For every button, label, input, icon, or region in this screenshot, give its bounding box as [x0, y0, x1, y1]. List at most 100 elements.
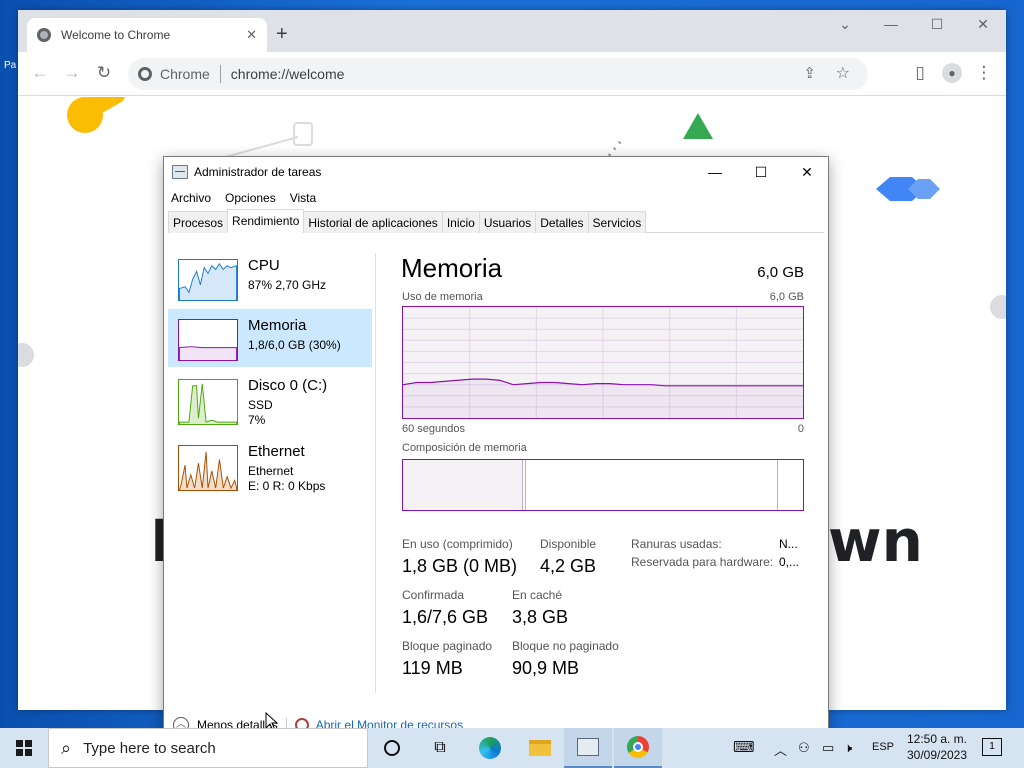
edge-taskbar-button[interactable]: [466, 728, 514, 768]
available-label: Disponible: [540, 537, 597, 551]
bookmark-star-icon[interactable]: ☆: [836, 63, 850, 83]
committed-label: Confirmada: [402, 588, 465, 602]
back-icon[interactable]: ←: [28, 63, 52, 83]
composition-modified: [525, 460, 526, 510]
committed-value: 1,6/7,6 GB: [402, 607, 489, 627]
tm-titlebar[interactable]: Administrador de tareas — ☐ ✕: [164, 157, 828, 187]
in-use-label: En uso (comprimido): [402, 537, 513, 551]
composition-standby-edge: [777, 460, 778, 510]
share-icon[interactable]: ⇪: [803, 64, 816, 82]
sidebar-disco-sub1: SSD: [248, 398, 273, 412]
tray-chevron-icon[interactable]: ︿: [774, 740, 787, 759]
memory-heading: Memoria: [401, 253, 503, 283]
menu-opciones[interactable]: Opciones: [218, 187, 283, 209]
search-placeholder: Type here to search: [83, 739, 216, 757]
sidebar-item-cpu[interactable]: CPU 87% 2,70 GHz: [168, 249, 372, 307]
tm-close-button[interactable]: ✕: [784, 161, 828, 183]
maximize-button[interactable]: ☐: [922, 16, 952, 33]
url-text[interactable]: chrome://welcome: [231, 66, 345, 82]
tab-search-icon[interactable]: ⌄: [830, 16, 860, 33]
usage-max-label: 6,0 GB: [769, 291, 804, 303]
sidebar-ethernet-sub2: E: 0 R: 0 Kbps: [248, 479, 326, 493]
taskbar-search[interactable]: ⌕ Type here to search: [48, 728, 368, 768]
time-left-label: 60 segundos: [402, 423, 465, 435]
perf-sidebar: CPU 87% 2,70 GHz Memoria 1,8/6,0 GB (30%…: [168, 243, 374, 693]
chrome-toolbar: ← → ↻ Chrome chrome://welcome ⇪ ☆ ▯ ● ⋮: [18, 52, 1006, 96]
cpu-mini-graph: [178, 259, 238, 301]
windows-logo-icon: [16, 740, 32, 756]
clock-date: 30/09/2023: [906, 748, 968, 762]
sidebar-item-memoria[interactable]: Memoria 1,8/6,0 GB (30%): [168, 309, 372, 367]
taskbar-clock[interactable]: 12:50 a. m. 30/09/2023: [902, 731, 972, 763]
tm-maximize-button[interactable]: ☐: [738, 161, 784, 183]
task-manager-window: Administrador de tareas — ☐ ✕ Archivo Op…: [163, 156, 829, 736]
tab-rendimiento[interactable]: Rendimiento: [227, 209, 305, 233]
file-explorer-taskbar-button[interactable]: [516, 728, 564, 768]
meet-icon[interactable]: ▭: [822, 740, 834, 756]
menu-kebab-icon[interactable]: ⋮: [972, 63, 996, 83]
nonpaged-pool-value: 90,9 MB: [512, 658, 580, 678]
welcome-heading-right: wn: [828, 507, 923, 575]
tm-minimize-button[interactable]: —: [692, 161, 738, 183]
in-use-value: 1,8 GB (0 MB): [402, 556, 518, 576]
tab-servicios[interactable]: Servicios: [587, 211, 647, 233]
slots-label: Ranuras usadas:: [631, 537, 722, 551]
nonpaged-pool-label: Bloque no paginado: [512, 639, 619, 653]
start-button[interactable]: [0, 728, 48, 768]
volume-muted-icon[interactable]: 🕨: [844, 740, 852, 756]
time-right-label: 0: [797, 423, 804, 435]
new-tab-button[interactable]: +: [276, 24, 288, 44]
language-indicator[interactable]: ESP: [872, 741, 894, 753]
keyboard-icon[interactable]: ⌨: [733, 738, 755, 756]
close-window-button[interactable]: ✕: [968, 16, 998, 33]
task-manager-icon: [172, 165, 188, 179]
reserved-label: Reservada para hardware:: [631, 555, 774, 569]
ethernet-mini-graph: [178, 445, 238, 491]
sidebar-cpu-name: CPU: [248, 257, 280, 274]
chrome-taskbar-button[interactable]: [614, 728, 662, 768]
sidebar-disco-name: Disco 0 (C:): [248, 377, 328, 394]
side-panel-icon[interactable]: ▯: [908, 63, 932, 83]
taskbar: ⌕ Type here to search ⧉ ⌨ ︿ ⚇ ▭ 🕨 ESP 12…: [0, 728, 1024, 768]
desktop-icon-fragment[interactable]: Pa: [4, 60, 16, 71]
sidebar-memoria-sub: 1,8/6,0 GB (30%): [248, 338, 341, 352]
composition-label: Composición de memoria: [402, 442, 527, 454]
globe-icon: [37, 28, 51, 42]
folder-icon: [529, 740, 551, 756]
omnibox-separator: [219, 65, 221, 83]
reload-icon[interactable]: ↻: [92, 63, 116, 83]
profile-avatar[interactable]: ●: [940, 62, 964, 83]
notification-center-icon[interactable]: 1: [982, 738, 1002, 756]
sidebar-item-disco[interactable]: Disco 0 (C:) SSD 7%: [168, 369, 372, 427]
sidebar-ethernet-sub1: Ethernet: [248, 464, 294, 478]
edge-icon: [479, 737, 501, 759]
reserved-value: 0,...: [779, 555, 800, 569]
sidebar-ethernet-name: Ethernet: [248, 443, 305, 460]
task-manager-taskbar-button[interactable]: [564, 728, 612, 768]
tab-usuarios[interactable]: Usuarios: [478, 211, 537, 233]
chrome-icon: [138, 67, 152, 81]
address-bar[interactable]: Chrome chrome://welcome ⇪ ☆: [128, 58, 868, 90]
menu-archivo[interactable]: Archivo: [164, 187, 218, 209]
memory-composition-bar: [402, 459, 804, 511]
tm-menubar: Archivo Opciones Vista: [164, 187, 323, 209]
cortana-button[interactable]: [368, 728, 416, 768]
menu-vista[interactable]: Vista: [283, 187, 323, 209]
task-view-button[interactable]: ⧉: [416, 728, 464, 768]
memory-usage-graph: [402, 306, 804, 419]
disk-mini-graph: [178, 379, 238, 425]
sidebar-cpu-sub: 87% 2,70 GHz: [248, 278, 327, 292]
chrome-tab[interactable]: Welcome to Chrome ✕: [27, 18, 267, 52]
tab-historial[interactable]: Historial de aplicaciones: [303, 211, 443, 233]
close-tab-icon[interactable]: ✕: [246, 27, 257, 43]
composition-in-use: [403, 460, 523, 510]
minimize-button[interactable]: —: [876, 16, 906, 32]
sidebar-item-ethernet[interactable]: Ethernet Ethernet E: 0 R: 0 Kbps: [168, 435, 372, 493]
cortana-icon: [384, 740, 400, 756]
tab-procesos[interactable]: Procesos: [168, 211, 229, 233]
memory-total: 6,0 GB: [757, 264, 804, 281]
forward-icon[interactable]: →: [60, 63, 84, 83]
tab-detalles[interactable]: Detalles: [535, 211, 589, 233]
network-icon[interactable]: ⚇: [798, 740, 810, 756]
tab-inicio[interactable]: Inicio: [441, 211, 480, 233]
